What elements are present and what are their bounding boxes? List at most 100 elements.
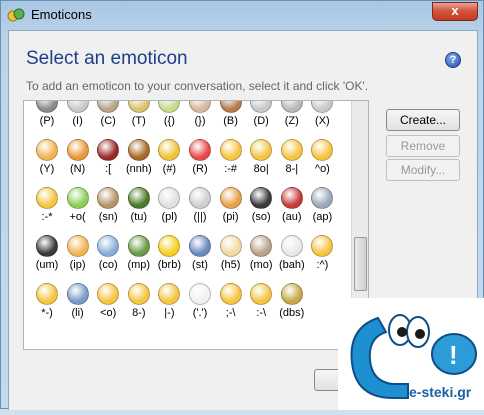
emoticon-cell[interactable]: (brb)	[154, 233, 184, 279]
emoticon-cell[interactable]: 8o|	[246, 137, 276, 183]
emoticon-icon	[158, 139, 181, 161]
emoticon-code: (X)	[315, 115, 330, 127]
title-bar[interactable]: Emoticons x	[1, 1, 484, 29]
emoticon-cell[interactable]: ;-\	[216, 281, 246, 327]
emoticon-icon	[189, 187, 211, 209]
remove-button[interactable]: Remove	[386, 135, 460, 157]
emoticon-icon	[280, 187, 303, 209]
emoticon-cell[interactable]: (sn)	[93, 185, 123, 231]
emoticon-cell[interactable]: (co)	[93, 233, 123, 279]
emoticon-icon	[97, 139, 120, 161]
emoticon-code: (dbs)	[279, 307, 305, 319]
emoticon-code: (ap)	[312, 211, 333, 223]
emoticon-icon	[36, 139, 58, 161]
emoticon-cell[interactable]: (#)	[154, 137, 184, 183]
emoticon-cell[interactable]: (pl)	[154, 185, 184, 231]
emoticon-icon	[280, 283, 303, 305]
emoticon-icon	[189, 101, 211, 113]
emoticon-icon	[158, 283, 181, 305]
emoticon-cell[interactable]: (N)	[63, 137, 93, 183]
emoticon-cell[interactable]: ('.')	[185, 281, 215, 327]
emoticon-icon	[97, 235, 120, 257]
emoticon-cell[interactable]: (mo)	[246, 233, 276, 279]
close-button[interactable]: x	[432, 2, 478, 21]
emoticon-cell[interactable]: (bah)	[277, 233, 307, 279]
emoticon-cell[interactable]: |-)	[154, 281, 184, 327]
emoticon-icon	[127, 235, 150, 257]
emoticon-cell[interactable]: :[	[93, 137, 123, 183]
emoticon-cell[interactable]: (ap)	[307, 185, 337, 231]
emoticon-icon	[158, 235, 181, 257]
emoticon-icon	[280, 139, 303, 161]
emoticon-cell[interactable]: (au)	[277, 185, 307, 231]
emoticon-icon	[250, 101, 273, 113]
emoticon-icon	[219, 139, 242, 161]
emoticon-icon	[311, 235, 334, 257]
emoticon-icon	[66, 139, 89, 161]
emoticon-cell[interactable]: (ip)	[63, 233, 93, 279]
dialog-subtitle: To add an emoticon to your conversation,…	[26, 79, 369, 93]
emoticon-icon	[189, 235, 211, 257]
create-button[interactable]: Create...	[386, 109, 460, 131]
emoticon-icon	[97, 283, 120, 305]
emoticon-cell[interactable]: (st)	[185, 233, 215, 279]
emoticon-icon	[311, 139, 334, 161]
e-steki-logo: ! e-steki.gr	[338, 298, 484, 410]
emoticon-cell[interactable]: :^)	[307, 233, 337, 279]
emoticon-cell[interactable]: (li)	[63, 281, 93, 327]
emoticon-icon	[127, 101, 150, 113]
emoticon-icon	[219, 187, 242, 209]
svg-text:!: !	[449, 340, 458, 370]
emoticon-icon	[280, 235, 303, 257]
emoticon-icon	[97, 101, 120, 113]
logo-text: e-steki.gr	[409, 384, 472, 400]
emoticon-cell[interactable]: (nnh)	[124, 137, 154, 183]
emoticon-icon	[97, 187, 120, 209]
emoticon-cell[interactable]: :-*	[32, 185, 62, 231]
emoticon-cell[interactable]: :-\	[246, 281, 276, 327]
emoticon-icon	[66, 283, 89, 305]
emoticon-cell[interactable]: 8-|	[277, 137, 307, 183]
emoticon-cell[interactable]: :-#	[216, 137, 246, 183]
emoticon-cell[interactable]: *-)	[32, 281, 62, 327]
emoticon-cell[interactable]: (tu)	[124, 185, 154, 231]
scrollbar-thumb[interactable]	[354, 237, 367, 291]
help-icon[interactable]: ?	[445, 52, 461, 68]
emoticon-cell[interactable]: (X)	[307, 101, 337, 135]
emoticon-cell[interactable]: 8-)	[124, 281, 154, 327]
emoticon-cell[interactable]: (um)	[32, 233, 62, 279]
emoticon-cell[interactable]: (pi)	[216, 185, 246, 231]
emoticon-cell[interactable]: ^o)	[307, 137, 337, 183]
emoticon-cell[interactable]: (R)	[185, 137, 215, 183]
emoticon-icon	[66, 235, 89, 257]
emoticon-code: :^)	[316, 259, 329, 271]
emoticon-icon	[127, 187, 150, 209]
emoticon-icon	[219, 235, 242, 257]
emoticon-icon	[311, 187, 334, 209]
emoticon-cell[interactable]: +o(	[63, 185, 93, 231]
emoticon-cell[interactable]: (dbs)	[277, 281, 307, 327]
window-title: Emoticons	[31, 7, 92, 22]
emoticon-icon	[66, 187, 89, 209]
emoticon-icon	[158, 187, 181, 209]
emoticon-icon	[36, 235, 58, 257]
emoticon-icon	[127, 139, 150, 161]
emoticon-cell[interactable]: (mp)	[124, 233, 154, 279]
emoticon-icon	[219, 283, 242, 305]
emoticon-cell[interactable]: (Y)	[32, 137, 62, 183]
emoticon-icon	[36, 101, 58, 113]
emoticon-icon	[250, 283, 273, 305]
emoticon-cell[interactable]: (h5)	[216, 233, 246, 279]
emoticon-icon	[158, 101, 181, 113]
emoticon-icon	[280, 101, 303, 113]
modify-button[interactable]: Modify...	[386, 159, 460, 181]
emoticon-cell[interactable]: (so)	[246, 185, 276, 231]
emoticon-icon	[127, 283, 150, 305]
emoticon-icon	[311, 101, 334, 113]
emoticon-icon	[189, 283, 211, 305]
emoticon-cell[interactable]: <o)	[93, 281, 123, 327]
emoticons-app-icon	[7, 8, 25, 22]
emoticon-icon	[250, 139, 273, 161]
emoticon-icon	[250, 187, 273, 209]
emoticon-cell[interactable]: (||)	[185, 185, 215, 231]
